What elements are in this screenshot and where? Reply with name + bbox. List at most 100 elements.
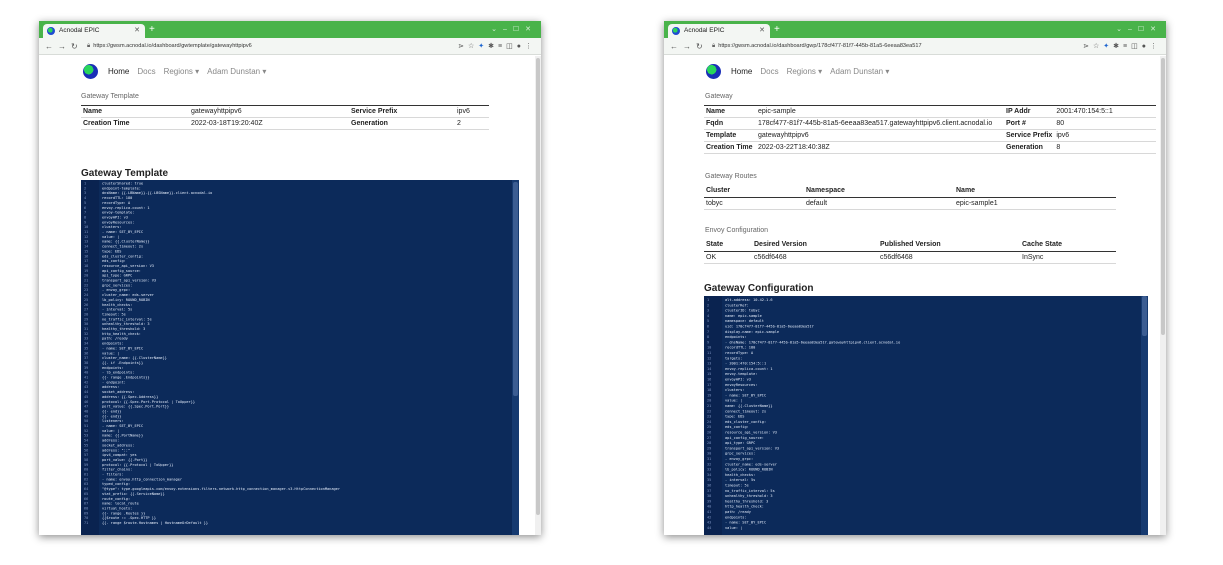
code-line: resource_api_version: V3	[725, 431, 777, 435]
back-icon[interactable]: ←	[45, 42, 58, 51]
code-line: cluster_name: eds-server	[725, 462, 778, 466]
column-header: State	[704, 239, 752, 252]
code-line: {{- if .Endpoints}}	[102, 361, 143, 365]
code-line: {{- range .Endpoints}}	[102, 376, 150, 380]
page-scrollbar[interactable]	[535, 56, 541, 535]
close-window-icon[interactable]: ✕	[1150, 26, 1162, 33]
maximize-icon[interactable]: ☐	[513, 26, 525, 33]
code-scrollbar[interactable]	[512, 180, 519, 535]
reload-icon[interactable]: ↻	[696, 42, 708, 51]
nav-docs[interactable]: Docs	[137, 67, 155, 76]
reload-icon[interactable]: ↻	[71, 42, 83, 51]
address-bar[interactable]: 🔒︎ https://gwsm.acnodal.io/dashboard/gwp/…	[712, 41, 922, 52]
code-line: {{$route := .Spec.HTTP }}	[102, 516, 156, 520]
code-line: virtual_hosts:	[102, 506, 132, 510]
code-line: api_type: GRPC	[102, 274, 132, 278]
reading-list-icon[interactable]: ≡	[1123, 43, 1131, 50]
cell-label: Creation Time	[704, 141, 756, 154]
yaml-code-viewer[interactable]: 1 alt-address: 10.42.1.6 2 clusterRef: 3 c…	[704, 296, 1148, 535]
code-line: endpoints:	[725, 335, 747, 339]
line-number: 44	[707, 526, 711, 530]
line-number: 13	[84, 240, 88, 244]
profile-avatar-icon[interactable]: ●	[517, 43, 525, 50]
code-line: targets:	[725, 356, 742, 360]
line-number: 50	[84, 419, 88, 423]
cell-state: OK	[704, 251, 752, 264]
tab-close-icon[interactable]: ✕	[134, 24, 140, 38]
new-tab-icon[interactable]: +	[149, 22, 155, 37]
nav-home[interactable]: Home	[731, 67, 752, 76]
address-bar[interactable]: 🔒︎ https://gwsm.acnodal.io/dashboard/gwte…	[87, 41, 252, 52]
close-window-icon[interactable]: ✕	[525, 26, 537, 33]
tab-title: Acnodal EPIC	[59, 27, 100, 34]
envoy-configuration-table: State Desired Version Published Version …	[704, 239, 1116, 264]
bookmark-star-icon[interactable]: ☆	[468, 43, 478, 50]
code-line: - name: SET_BY_EPIC	[725, 393, 766, 397]
new-tab-icon[interactable]: +	[774, 22, 780, 37]
forward-icon[interactable]: →	[683, 42, 696, 51]
epic-logo-icon[interactable]	[83, 63, 98, 79]
table-header-row: Cluster Namespace Name	[704, 185, 1116, 198]
nav-user[interactable]: Adam Dunstan ▾	[207, 67, 266, 76]
line-number: 17	[707, 383, 711, 387]
cell-label: IP Addr	[1004, 105, 1055, 118]
tab-close-icon[interactable]: ✕	[759, 24, 765, 38]
code-line: health_checks:	[102, 303, 132, 307]
browser-tab[interactable]: Acnodal EPIC ✕	[668, 24, 770, 38]
epic-logo-icon[interactable]	[706, 63, 721, 79]
code-scrollbar[interactable]	[1141, 296, 1148, 535]
code-line: socket_address:	[102, 390, 134, 394]
line-number: 20	[84, 274, 88, 278]
forward-icon[interactable]: →	[58, 42, 71, 51]
line-number: 53	[84, 434, 88, 438]
kebab-menu-icon[interactable]: ⋮	[1150, 43, 1161, 50]
code-line: - name: SET_BY_EPIC	[102, 424, 143, 428]
browser-toolbar: ←→↻ 🔒︎ https://gwsm.acnodal.io/dashboard/…	[664, 38, 1166, 55]
browser-tab[interactable]: Acnodal EPIC ✕	[43, 24, 145, 38]
sidepanel-icon[interactable]: ◫	[506, 43, 517, 50]
code-line: path: /ready	[102, 337, 129, 341]
cell-value: 8	[1054, 141, 1156, 154]
code-line: clusters:	[102, 225, 121, 229]
sidepanel-icon[interactable]: ◫	[1131, 43, 1142, 50]
minimize-icon[interactable]: –	[503, 26, 513, 33]
table-row: Name epic-sample IP Addr 2001:470:154:5:…	[704, 105, 1156, 118]
chevron-down-icon[interactable]: ⌄	[491, 26, 503, 33]
back-icon[interactable]: ←	[670, 42, 683, 51]
table-row: Creation Time 2022-03-18T19:20:40Z Gener…	[81, 117, 489, 130]
nav-regions[interactable]: Regions ▾	[787, 67, 823, 76]
maximize-icon[interactable]: ☐	[1138, 26, 1150, 33]
yaml-code-viewer[interactable]: 1 clusterShared: true 2 endpoint-template…	[81, 180, 519, 535]
cell-value: epic-sample	[756, 105, 1004, 118]
extension-icon[interactable]: ✦	[1103, 43, 1113, 50]
extension-icon[interactable]: ✦	[478, 43, 488, 50]
line-number: 71	[84, 521, 88, 525]
line-number: 8	[707, 335, 709, 339]
section-label-gateway-routes: Gateway Routes	[705, 173, 757, 180]
bookmark-star-icon[interactable]: ☆	[1093, 43, 1103, 50]
favicon-icon	[47, 27, 55, 35]
page-scrollbar[interactable]	[1160, 56, 1166, 535]
nav-home[interactable]: Home	[108, 67, 129, 76]
code-line: grpc_services:	[725, 452, 755, 456]
line-number: 4	[84, 196, 86, 200]
minimize-icon[interactable]: –	[1128, 26, 1138, 33]
share-icon[interactable]: ⋗	[458, 43, 468, 50]
kebab-menu-icon[interactable]: ⋮	[525, 43, 536, 50]
profile-avatar-icon[interactable]: ●	[1142, 43, 1150, 50]
share-icon[interactable]: ⋗	[1083, 43, 1093, 50]
puzzle-icon[interactable]: ✱	[1113, 43, 1123, 50]
code-line: - endpoint:	[102, 380, 126, 384]
code-line: protocol: {{.Protocol | ToUpper}}	[102, 463, 173, 467]
reading-list-icon[interactable]: ≡	[498, 43, 506, 50]
nav-regions[interactable]: Regions ▾	[164, 67, 200, 76]
nav-user[interactable]: Adam Dunstan ▾	[830, 67, 889, 76]
line-number: 2	[84, 186, 86, 190]
code-line: port_value: {{.Spec.Port.Port}}	[102, 405, 169, 409]
line-number: 10	[84, 225, 88, 229]
line-number: 11	[707, 351, 711, 355]
chevron-down-icon[interactable]: ⌄	[1116, 26, 1128, 33]
puzzle-icon[interactable]: ✱	[488, 43, 498, 50]
nav-docs[interactable]: Docs	[760, 67, 778, 76]
top-nav: Home Docs Regions ▾ Adam Dunstan ▾	[706, 63, 897, 79]
